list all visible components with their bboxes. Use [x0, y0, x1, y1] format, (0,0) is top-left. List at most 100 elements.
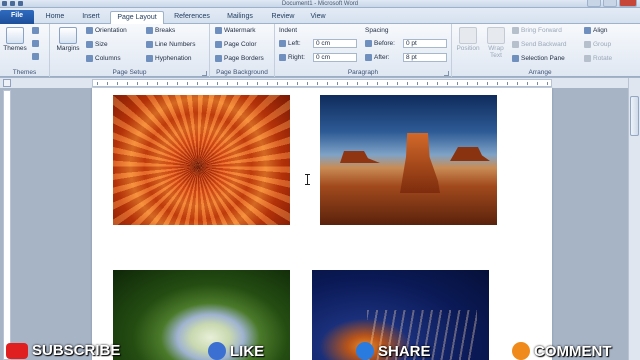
butte-shape: [400, 133, 440, 193]
ruler-tick: [257, 82, 258, 85]
wrap-text-button[interactable]: Wrap Text: [484, 27, 508, 59]
ruler-tick: [427, 82, 428, 85]
hyphenation-button[interactable]: Hyphenation: [146, 55, 192, 62]
tab-home[interactable]: Home: [40, 11, 70, 24]
indent-right-input[interactable]: 0 cm: [313, 53, 357, 62]
tab-insert[interactable]: Insert: [76, 11, 106, 24]
vertical-scrollbar[interactable]: [628, 78, 640, 360]
page-color-button[interactable]: Page Color: [215, 41, 257, 48]
ruler-tick: [277, 82, 278, 85]
ruler-tick: [187, 82, 188, 85]
tab-view[interactable]: View: [304, 11, 332, 24]
breaks-button[interactable]: Breaks: [146, 27, 175, 34]
ruler-tick: [237, 82, 238, 85]
rotate-icon: [584, 55, 591, 62]
page-borders-button[interactable]: Page Borders: [215, 55, 264, 62]
maximize-button[interactable]: [603, 0, 617, 7]
ruler-tick: [127, 82, 128, 85]
ruler-tick: [327, 82, 328, 85]
themes-group-label: Themes: [12, 69, 37, 76]
align-button[interactable]: Align: [584, 27, 607, 34]
ruler-toggle-button[interactable]: [3, 79, 11, 87]
scrollbar-thumb[interactable]: [630, 96, 639, 136]
spacing-after-input[interactable]: 8 pt: [403, 53, 447, 62]
hyphenation-icon: [146, 55, 153, 62]
ruler-tick: [107, 82, 108, 85]
bring-forward-icon: [512, 27, 519, 34]
page-setup-group-label: Page Setup: [112, 69, 147, 76]
line-numbers-icon: [146, 41, 153, 48]
minimize-button[interactable]: [587, 0, 601, 7]
butte-shape: [450, 147, 490, 161]
theme-fonts-icon: [32, 40, 39, 47]
subscribe-badge-icon: [6, 342, 28, 359]
spacing-before-label: Before:: [365, 40, 395, 47]
themes-icon: [6, 27, 24, 44]
close-button[interactable]: [619, 0, 637, 7]
arrange-group-label: Arrange: [528, 69, 552, 76]
wrap-text-icon: [487, 27, 505, 44]
position-button[interactable]: Position: [454, 27, 482, 52]
ruler-tick: [117, 82, 118, 85]
themes-button[interactable]: Themes: [2, 27, 28, 52]
ruler-tick: [517, 82, 518, 85]
spacing-before-input[interactable]: 0 pt: [403, 39, 447, 48]
watermark-button[interactable]: Watermark: [215, 27, 256, 34]
social-overlay: SUBSCRIBE LIKE SHARE COMMENT: [0, 340, 640, 360]
margins-icon: [59, 27, 77, 44]
ruler-tick: [337, 82, 338, 85]
send-backward-button[interactable]: Send Backward: [512, 41, 567, 48]
flower-photo[interactable]: [113, 95, 290, 225]
margins-button[interactable]: Margins: [54, 27, 82, 52]
ruler-tick: [397, 82, 398, 85]
ruler-tick: [357, 82, 358, 85]
indent-left-label: Left:: [279, 40, 301, 47]
ruler-tick: [137, 82, 138, 85]
indent-left-input[interactable]: 0 cm: [313, 39, 357, 48]
tab-page-layout[interactable]: Page Layout: [110, 11, 164, 24]
page-setup-launcher-icon[interactable]: [202, 71, 207, 76]
page-borders-icon: [215, 55, 222, 62]
share-icon: [356, 342, 374, 360]
ribbon-tabs: File Home Insert Page Layout References …: [0, 8, 640, 24]
line-numbers-button[interactable]: Line Numbers: [146, 41, 195, 48]
theme-fonts-button[interactable]: [32, 40, 39, 47]
ruler-tick: [457, 82, 458, 85]
theme-colors-button[interactable]: [32, 27, 39, 34]
tab-file[interactable]: File: [0, 10, 34, 24]
window-title: Document1 - Microsoft Word: [281, 1, 359, 7]
selection-pane-button[interactable]: Selection Pane: [512, 55, 565, 62]
horizontal-ruler[interactable]: [92, 79, 552, 87]
columns-button[interactable]: Columns: [86, 55, 121, 62]
theme-effects-icon: [32, 53, 39, 60]
arrange-group: Position Wrap Text Bring Forward Send Ba…: [452, 24, 628, 77]
ruler-tick: [497, 82, 498, 85]
desert-photo[interactable]: [320, 95, 497, 225]
tab-mailings[interactable]: Mailings: [220, 11, 260, 24]
size-button[interactable]: Size: [86, 41, 108, 48]
ruler-tick: [447, 82, 448, 85]
tab-review[interactable]: Review: [266, 11, 300, 24]
page-background-group: Watermark Page Color Page Borders Page B…: [210, 24, 275, 77]
window-controls: [587, 0, 637, 7]
theme-effects-button[interactable]: [32, 53, 39, 60]
indent-left-icon: [279, 40, 286, 47]
subscribe-overlay: SUBSCRIBE: [6, 342, 120, 359]
orientation-button[interactable]: Orientation: [86, 27, 127, 34]
paragraph-group: Indent Left: 0 cm Right: 0 cm Spacing Be…: [275, 24, 452, 77]
paragraph-launcher-icon[interactable]: [444, 71, 449, 76]
like-overlay: LIKE: [208, 342, 264, 360]
ruler-tick: [267, 82, 268, 85]
orientation-icon: [86, 27, 93, 34]
group-button[interactable]: Group: [584, 41, 611, 48]
tab-references[interactable]: References: [168, 11, 216, 24]
ruler-tick: [247, 82, 248, 85]
rotate-button[interactable]: Rotate: [584, 55, 612, 62]
bring-forward-button[interactable]: Bring Forward: [512, 27, 562, 34]
size-icon: [86, 41, 93, 48]
position-icon: [459, 27, 477, 44]
selection-pane-icon: [512, 55, 519, 62]
vertical-ruler[interactable]: [3, 90, 11, 360]
page-color-icon: [215, 41, 222, 48]
group-icon: [584, 41, 591, 48]
